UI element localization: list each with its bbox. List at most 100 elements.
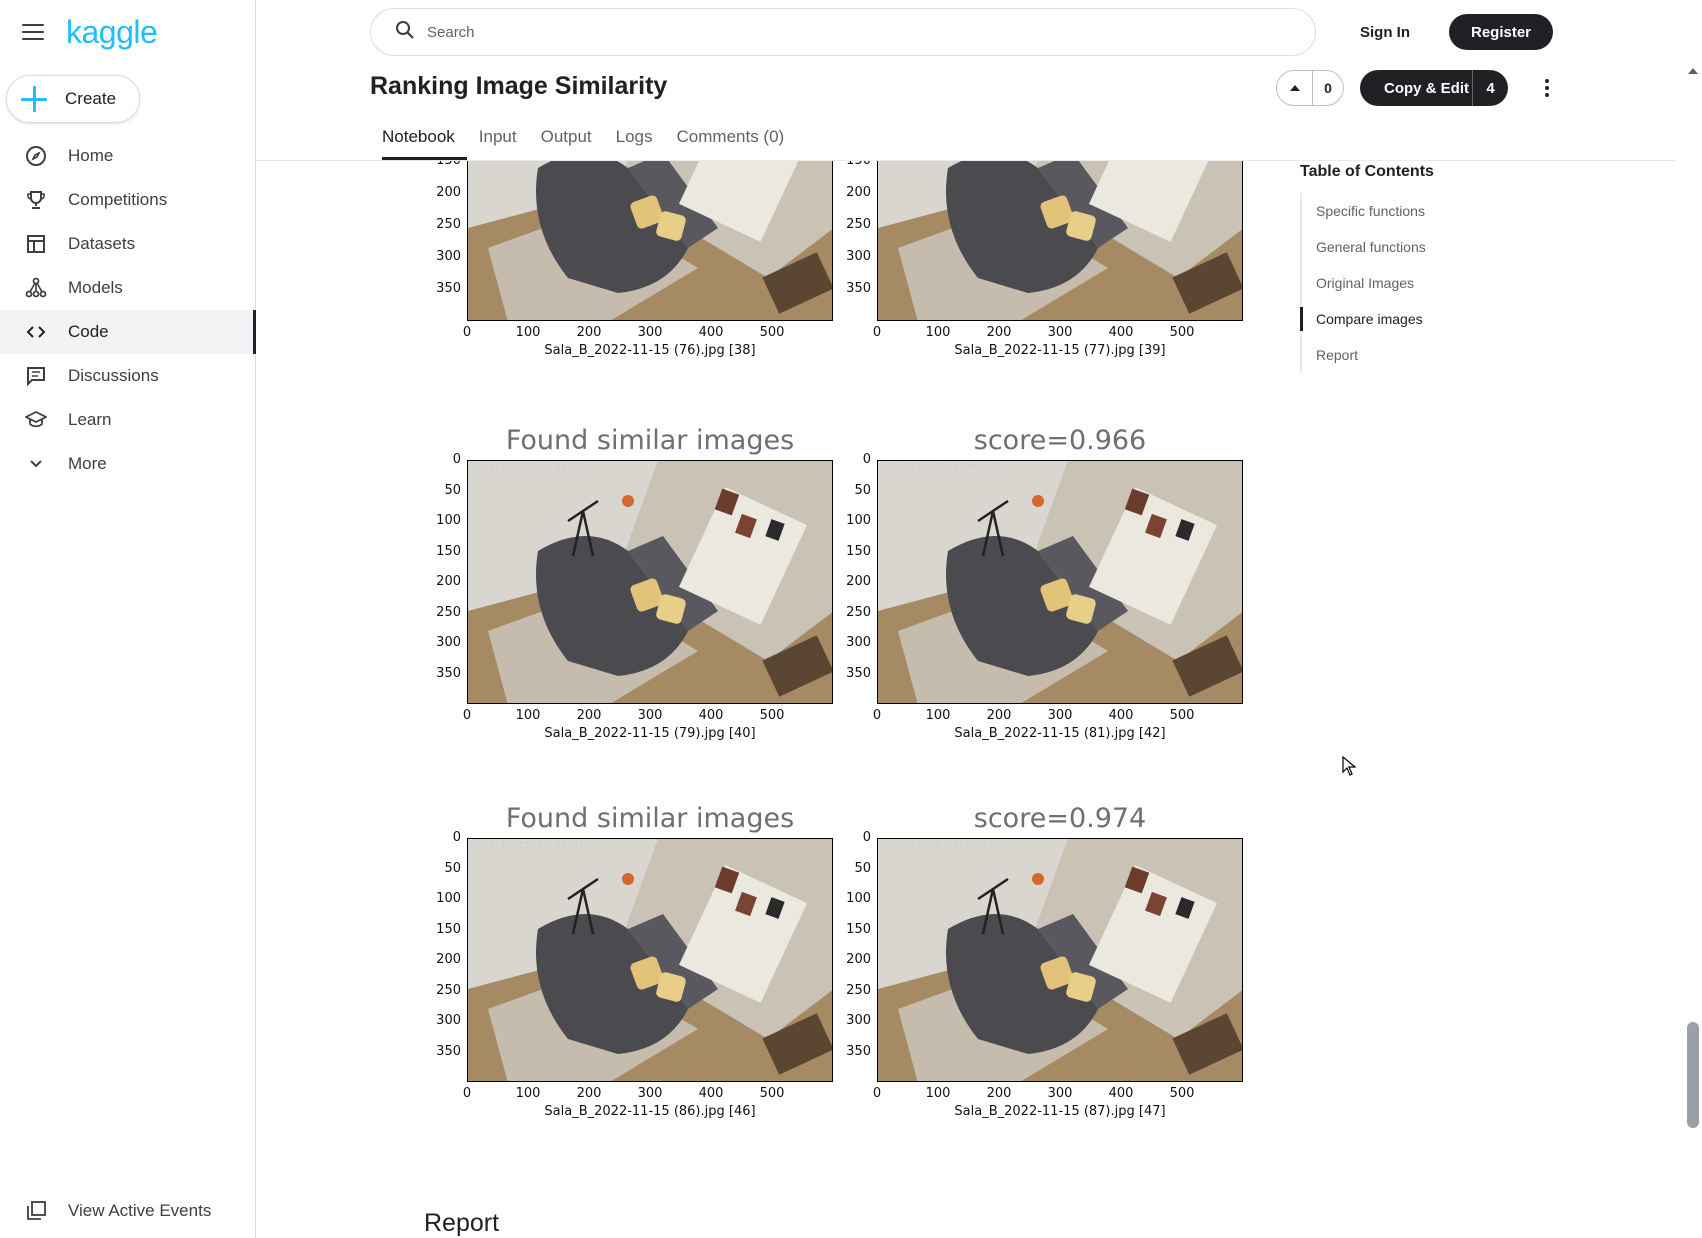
- copy-edit-count: 4: [1472, 70, 1508, 106]
- tab-comments[interactable]: Comments (0): [665, 118, 797, 160]
- y-tick-label: 0: [452, 830, 461, 845]
- kaggle-logo[interactable]: kaggle: [66, 14, 158, 51]
- register-button[interactable]: Register: [1449, 14, 1553, 50]
- y-tick-label: 300: [846, 249, 871, 264]
- scrollbar[interactable]: [1684, 62, 1702, 1238]
- sidebar: kaggle Create Home Competitions Datasets: [0, 0, 256, 1238]
- y-tick-label: 150: [837, 161, 871, 168]
- tab-output[interactable]: Output: [529, 118, 604, 160]
- image-filename-label: Sala_B_2022-11-15 (77).jpg [39]: [954, 343, 1166, 358]
- room-camera-image: [468, 161, 832, 320]
- sidebar-item-learn[interactable]: Learn: [0, 398, 256, 442]
- y-tick-label: 150: [436, 543, 461, 559]
- page-title: Ranking Image Similarity: [370, 72, 668, 100]
- y-tick-label: 150: [846, 543, 871, 559]
- toc-list: Specific functions General functions Ori…: [1300, 193, 1560, 373]
- sidebar-item-label: Learn: [68, 410, 112, 429]
- image-filename-label: Sala_B_2022-11-15 (79).jpg [40]: [544, 726, 756, 741]
- y-tick-label: 50: [444, 860, 461, 876]
- sign-in-button[interactable]: Sign In: [1344, 14, 1426, 50]
- toc-item-report[interactable]: Report: [1302, 337, 1560, 373]
- x-tick-label: 400: [698, 325, 724, 340]
- image-filename-label: Sala_B_2022-11-15 (81).jpg [42]: [954, 726, 1166, 741]
- events-icon: [24, 1199, 48, 1223]
- mouse-cursor-icon: [1342, 755, 1357, 781]
- tab-input[interactable]: Input: [467, 118, 529, 160]
- x-tick-label: 100: [925, 1086, 951, 1101]
- y-tick-label: 150: [846, 921, 871, 937]
- vote-count: 0: [1324, 80, 1332, 96]
- y-tick-label: 100: [436, 891, 461, 906]
- toc-item-original-images[interactable]: Original Images: [1302, 265, 1560, 301]
- more-options-icon[interactable]: [1536, 72, 1558, 104]
- x-tick-label: 400: [1108, 708, 1134, 723]
- image-plot: 2022-11-15 14:34:01: [467, 838, 833, 1082]
- x-tick-label: 100: [515, 325, 541, 340]
- compass-icon: [24, 144, 48, 168]
- x-tick-label: 200: [986, 1086, 1012, 1101]
- search-icon: [395, 20, 415, 45]
- x-tick-label: 100: [925, 708, 951, 723]
- image-filename-label: Sala_B_2022-11-15 (87).jpg [47]: [954, 1104, 1166, 1119]
- x-tick-label: 200: [986, 325, 1012, 340]
- toc-item-general-functions[interactable]: General functions: [1302, 229, 1560, 265]
- plus-icon: [21, 86, 47, 112]
- create-button[interactable]: Create: [6, 75, 140, 123]
- sidebar-item-home[interactable]: Home: [0, 134, 256, 178]
- x-tick-label: 300: [1047, 708, 1073, 723]
- sidebar-item-label: Datasets: [68, 234, 136, 253]
- image-plot: 2022-11-15 14:34:17: [877, 838, 1243, 1082]
- x-tick-label: 300: [1047, 325, 1073, 340]
- toc-item-compare-images[interactable]: Compare images: [1300, 301, 1560, 337]
- hamburger-menu-icon[interactable]: [22, 24, 44, 40]
- x-tick-label: 500: [1169, 1086, 1195, 1101]
- x-tick-label: 0: [462, 1086, 472, 1101]
- x-tick-label: 300: [1047, 1086, 1073, 1101]
- sidebar-item-models[interactable]: Models: [0, 266, 256, 310]
- x-tick-label: 400: [1108, 1086, 1134, 1101]
- x-tick-label: 0: [872, 708, 882, 723]
- scroll-up-arrow-icon[interactable]: [1688, 68, 1698, 74]
- report-heading: Report: [424, 1209, 500, 1237]
- room-camera-image: [878, 461, 1242, 703]
- chevron-down-icon: [24, 452, 48, 476]
- create-button-label: Create: [65, 89, 117, 108]
- y-tick-label: 350: [436, 281, 461, 296]
- room-camera-image: [878, 839, 1242, 1081]
- x-tick-label: 200: [576, 1086, 602, 1101]
- copy-edit-button[interactable]: Copy & Edit 4: [1360, 70, 1508, 106]
- camera-timestamp: 2022-11-15 14:34:17: [880, 840, 995, 851]
- x-tick-label: 500: [759, 1086, 785, 1101]
- y-tick-label: 300: [436, 635, 461, 650]
- view-active-events-link[interactable]: View Active Events: [0, 1189, 256, 1233]
- search-bar[interactable]: Search: [370, 8, 1316, 56]
- x-tick-label: 200: [576, 708, 602, 723]
- toc-item-specific-functions[interactable]: Specific functions: [1302, 193, 1560, 229]
- y-tick-label: 250: [846, 604, 871, 620]
- image-plot: [877, 161, 1243, 321]
- notebook-tabs: Notebook Input Output Logs Comments (0): [370, 118, 796, 160]
- scrollbar-thumb[interactable]: [1687, 1022, 1699, 1128]
- x-tick-label: 200: [986, 708, 1012, 723]
- tab-logs[interactable]: Logs: [604, 118, 665, 160]
- y-tick-label: 250: [846, 217, 871, 232]
- sidebar-item-more[interactable]: More: [0, 442, 256, 486]
- camera-timestamp: 2022-11-15 14:34:43: [880, 462, 995, 473]
- sidebar-item-label: Competitions: [68, 190, 168, 209]
- room-camera-image: [468, 839, 832, 1081]
- upvote-button[interactable]: [1277, 71, 1313, 105]
- sidebar-item-competitions[interactable]: Competitions: [0, 178, 256, 222]
- y-tick-label: 250: [846, 982, 871, 998]
- search-input[interactable]: Search: [427, 24, 475, 41]
- y-tick-label: 0: [862, 452, 871, 467]
- figure-title: score=0.974: [973, 803, 1147, 834]
- sidebar-item-code[interactable]: Code: [0, 310, 256, 354]
- sidebar-item-discussions[interactable]: Discussions: [0, 354, 256, 398]
- camera-timestamp: 2022-11-15 14:34:07: [470, 462, 585, 473]
- x-tick-label: 400: [1108, 325, 1134, 340]
- table-of-contents: Table of Contents Specific functions Gen…: [1300, 163, 1560, 373]
- x-tick-label: 500: [759, 325, 785, 340]
- sidebar-item-datasets[interactable]: Datasets: [0, 222, 256, 266]
- tab-notebook[interactable]: Notebook: [370, 118, 467, 160]
- x-tick-label: 500: [759, 708, 785, 723]
